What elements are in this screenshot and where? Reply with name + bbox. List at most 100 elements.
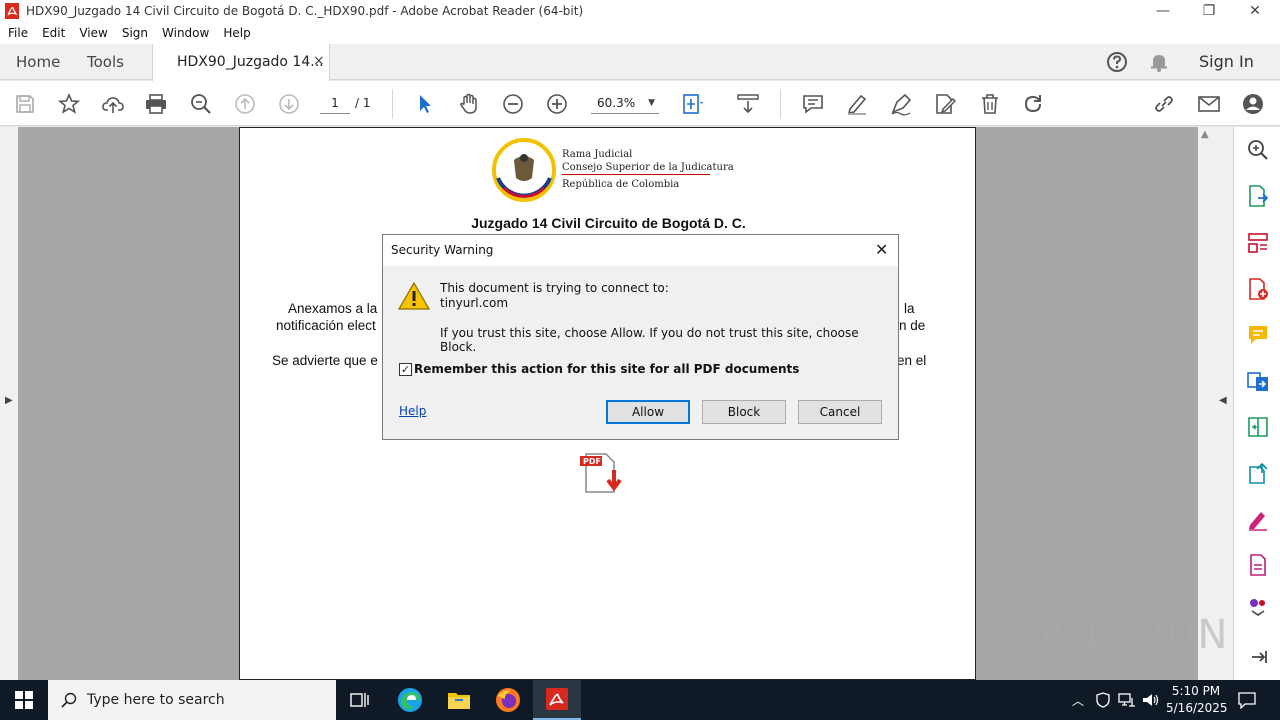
hand-tool-icon[interactable] — [456, 91, 482, 117]
bookmark-star-icon[interactable] — [56, 91, 82, 117]
file-explorer-taskbar-button[interactable] — [435, 680, 483, 720]
rotate-icon[interactable] — [1020, 91, 1046, 117]
organize-pages-icon[interactable] — [1246, 231, 1270, 255]
select-cursor-icon[interactable] — [412, 91, 438, 117]
comment-icon[interactable] — [800, 91, 826, 117]
acrobat-icon — [546, 688, 568, 710]
scroll-up-icon[interactable]: ▲ — [1201, 129, 1209, 140]
menu-file[interactable]: File — [4, 26, 32, 40]
menu-sign[interactable]: Sign — [118, 26, 152, 40]
notification-center-icon[interactable] — [1238, 691, 1256, 709]
notifications-bell-icon[interactable] — [1148, 51, 1170, 73]
toolbar-divider — [392, 89, 393, 119]
right-panel-toggle[interactable]: ◀ — [1215, 127, 1233, 680]
maximize-button[interactable]: ❐ — [1186, 0, 1232, 22]
toolbar: 1 / 1 60.3% ▼ — [0, 81, 1280, 126]
security-tray-icon[interactable] — [1096, 692, 1110, 708]
tab-document[interactable]: HDX90_Juzgado 14... × — [152, 44, 330, 81]
left-panel-toggle[interactable]: ▶ — [0, 127, 18, 680]
court-heading: Juzgado 14 Civil Circuito de Bogotá D. C… — [471, 215, 746, 231]
acrobat-taskbar-button[interactable] — [533, 680, 581, 720]
delete-trash-icon[interactable] — [977, 91, 1003, 117]
anyrun-watermark-logo: ANY RUN — [1040, 612, 1229, 658]
previous-page-icon[interactable] — [232, 91, 258, 117]
close-window-button[interactable]: ✕ — [1232, 0, 1278, 22]
collapse-panel-icon[interactable] — [1246, 645, 1270, 669]
combine-files-icon[interactable] — [1246, 369, 1270, 393]
cancel-button[interactable]: Cancel — [798, 400, 882, 424]
zoom-out-icon[interactable] — [500, 91, 526, 117]
task-view-button[interactable] — [336, 680, 384, 720]
sign-pen-icon[interactable] — [888, 91, 914, 117]
warning-triangle-icon — [398, 281, 430, 310]
security-warning-dialog: Security Warning ✕ This document is tryi… — [382, 234, 899, 440]
edge-taskbar-button[interactable] — [386, 680, 434, 720]
windows-logo-icon — [15, 691, 33, 709]
body-text-line: notificación elect — [276, 318, 376, 333]
dialog-title: Security Warning — [391, 243, 494, 257]
compress-pdf-icon[interactable] — [1246, 415, 1270, 439]
dialog-title-bar: Security Warning ✕ — [383, 235, 898, 266]
block-button[interactable]: Block — [702, 400, 786, 424]
remember-action-label[interactable]: Remember this action for this site for a… — [414, 362, 799, 376]
pdf-download-icon[interactable]: PDF — [578, 452, 626, 496]
export-pdf-icon[interactable] — [1246, 184, 1270, 208]
body-text-line: Anexamos a la — [288, 301, 378, 316]
send-pdf-icon[interactable] — [1246, 461, 1270, 485]
menu-edit[interactable]: Edit — [38, 26, 69, 40]
show-hidden-icons-chevron[interactable]: ︿ — [1072, 692, 1084, 709]
close-tab-icon[interactable]: × — [313, 53, 325, 69]
task-view-icon — [350, 693, 369, 707]
menu-help[interactable]: Help — [219, 26, 254, 40]
page-number-input[interactable]: 1 — [320, 92, 350, 114]
allow-button[interactable]: Allow — [606, 400, 690, 424]
tab-home[interactable]: Home — [16, 53, 60, 71]
title-bar: HDX90_Juzgado 14 Civil Circuito de Bogot… — [0, 0, 1280, 22]
fill-sign-icon[interactable] — [1246, 507, 1270, 531]
clock-time: 5:10 PM — [1171, 684, 1221, 698]
tab-tools[interactable]: Tools — [87, 53, 124, 71]
save-icon[interactable] — [12, 91, 38, 117]
more-tools-icon[interactable] — [1246, 593, 1270, 617]
share-user-icon[interactable] — [1240, 91, 1266, 117]
menu-view[interactable]: View — [75, 26, 111, 40]
start-button[interactable] — [0, 680, 48, 720]
dialog-url: tinyurl.com — [440, 296, 509, 310]
colombia-judicial-seal-logo — [492, 138, 556, 202]
dialog-help-link[interactable]: Help — [399, 404, 426, 418]
dialog-message: This document is trying to connect to: — [440, 281, 669, 295]
edit-pdf-icon[interactable] — [932, 91, 958, 117]
remember-action-checkbox[interactable]: ✓ — [399, 363, 412, 376]
share-link-icon[interactable] — [1151, 91, 1177, 117]
help-icon[interactable] — [1106, 51, 1128, 73]
taskbar-search-box[interactable]: Type here to search — [48, 680, 336, 720]
next-page-icon[interactable] — [276, 91, 302, 117]
edge-browser-icon — [398, 688, 422, 712]
dialog-close-icon[interactable]: ✕ — [875, 240, 888, 259]
protect-document-icon[interactable] — [1246, 553, 1270, 577]
firefox-taskbar-button[interactable] — [484, 680, 532, 720]
scroll-mode-icon[interactable] — [735, 91, 761, 117]
zoom-level-select[interactable]: 60.3% ▼ — [591, 92, 659, 114]
vertical-scrollbar[interactable]: ▲ — [1198, 127, 1215, 680]
zoom-in-icon[interactable] — [544, 91, 570, 117]
dialog-trust-instruction: If you trust this site, choose Allow. If… — [440, 326, 859, 354]
window-title: HDX90_Juzgado 14 Civil Circuito de Bogot… — [26, 4, 584, 18]
volume-icon[interactable] — [1142, 692, 1160, 708]
menu-window[interactable]: Window — [158, 26, 213, 40]
highlight-pen-icon[interactable] — [844, 91, 870, 117]
email-icon[interactable] — [1196, 91, 1222, 117]
system-clock[interactable]: 5:10 PM 5/16/2025 — [1166, 683, 1228, 717]
zoom-search-icon[interactable] — [188, 91, 214, 117]
create-pdf-icon[interactable] — [1246, 277, 1270, 301]
fit-page-icon[interactable] — [680, 91, 706, 117]
minimize-button[interactable]: — — [1140, 0, 1186, 22]
print-icon[interactable] — [143, 91, 169, 117]
search-zoom-icon[interactable] — [1246, 138, 1270, 162]
comment-panel-icon[interactable] — [1246, 323, 1270, 347]
network-icon[interactable] — [1118, 692, 1136, 708]
clock-date: 5/16/2025 — [1166, 701, 1228, 715]
sign-in-link[interactable]: Sign In — [1199, 52, 1254, 71]
upload-cloud-icon[interactable] — [100, 91, 126, 117]
logo-divider — [562, 174, 710, 175]
